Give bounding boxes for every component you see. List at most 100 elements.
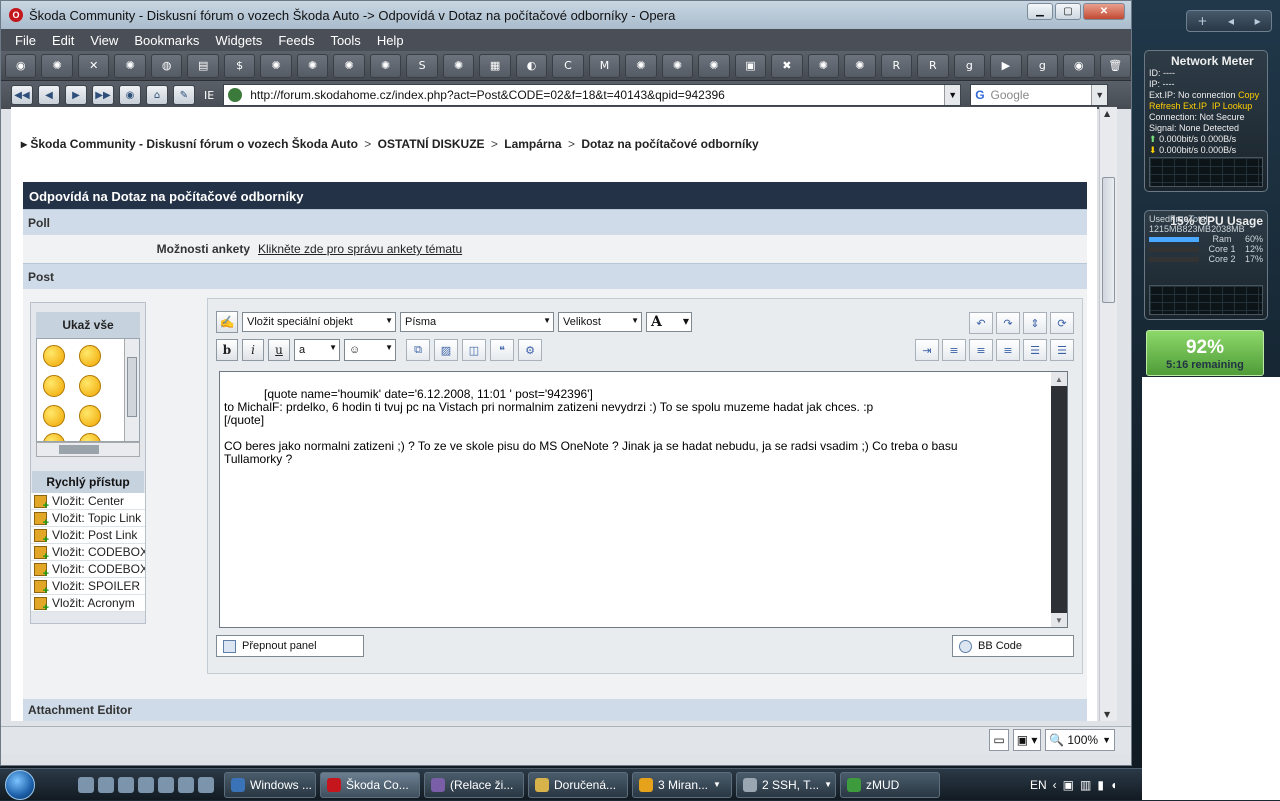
size-select[interactable]: Velikost ▼ [558, 312, 642, 332]
search-input[interactable]: G Google ▼ [970, 84, 1109, 106]
insert-code-icon[interactable]: ⚙ [518, 339, 542, 361]
back-icon[interactable]: ◀ [38, 85, 60, 105]
smiley-icon[interactable] [43, 405, 65, 427]
bold-icon[interactable]: b [216, 339, 238, 361]
smilies-hscrollbar[interactable] [36, 442, 140, 457]
tab-icon[interactable]: ◍ [150, 53, 183, 78]
tab-icon[interactable]: C [552, 53, 584, 78]
image-toggle-icon[interactable]: ▣ ▾ [1012, 729, 1042, 751]
tab-icon[interactable]: ◐ [515, 53, 548, 78]
quick-item[interactable]: Vložit: Acronym [31, 595, 145, 612]
tab-icon[interactable]: $ [223, 53, 256, 78]
next-icon[interactable]: ▸ [1255, 14, 1261, 28]
tab-icon[interactable]: ◉ [5, 53, 37, 78]
tab-icon[interactable]: ✺ [114, 53, 146, 78]
home-icon[interactable]: ⌂ [146, 85, 168, 105]
breadcrumb-item[interactable]: OSTATNÍ DISKUZE [378, 137, 485, 151]
insert-media-icon[interactable]: ◫ [462, 339, 486, 361]
menu-tools[interactable]: Tools [322, 33, 368, 48]
scrollbar-thumb[interactable] [1102, 177, 1115, 303]
chevron-down-icon[interactable]: ▼ [944, 85, 961, 105]
smiley-icon[interactable] [79, 405, 101, 427]
tab-icon[interactable]: S [406, 53, 438, 78]
tab-icon[interactable]: ✺ [698, 53, 730, 78]
textarea-scrollbar[interactable]: ▲ ▼ [1051, 372, 1067, 627]
menu-view[interactable]: View [82, 33, 126, 48]
align-left-icon[interactable]: ≡ [942, 339, 966, 361]
bbcode-button[interactable]: BB Code [952, 635, 1074, 657]
taskbar-item[interactable]: 3 Miran... ▼ [632, 771, 732, 798]
refresh-icon[interactable]: ⟳ [1050, 312, 1074, 334]
switch-panel-button[interactable]: Přepnout panel [216, 635, 364, 657]
opera-icon[interactable] [178, 776, 194, 793]
tab-icon[interactable]: ✺ [369, 53, 402, 78]
page-layout-icon[interactable]: ▭ [989, 729, 1009, 751]
tab-close-icon[interactable]: ✕ [77, 53, 110, 78]
underline-icon[interactable]: u [268, 339, 290, 361]
tab-icon[interactable]: g [1026, 53, 1059, 78]
zoom-select[interactable]: 🔍 100% ▼ [1045, 729, 1115, 751]
breadcrumb-item[interactable]: Lampárna [504, 137, 561, 151]
taskbar-item[interactable]: zMUD [840, 771, 940, 798]
network-tray-icon[interactable]: ▥ [1080, 778, 1091, 792]
emoticon-select[interactable]: ☺ ▼ [344, 339, 396, 361]
menu-file[interactable]: File [7, 33, 44, 48]
refresh-ext-ip-link[interactable]: Refresh Ext.IP [1149, 101, 1207, 111]
show-desktop-icon[interactable] [78, 776, 94, 793]
quick-item[interactable]: Vložit: Topic Link [31, 510, 145, 527]
taskbar-item[interactable]: Doručená... [528, 771, 628, 798]
tab-icon[interactable]: ✺ [296, 53, 329, 78]
tab-icon[interactable]: ▤ [187, 53, 219, 78]
align-right-icon[interactable]: ≡ [996, 339, 1020, 361]
editor-mode-icon[interactable]: ✍ [216, 311, 238, 333]
tab-icon[interactable]: ✺ [41, 53, 73, 78]
smiley-icon[interactable] [43, 345, 65, 367]
close-button[interactable]: ✕ [1083, 3, 1125, 20]
address-input[interactable]: http://forum.skodahome.cz/index.php?act=… [223, 84, 962, 106]
reload-icon[interactable]: ◉ [119, 85, 141, 105]
undo-icon[interactable]: ↶ [969, 312, 993, 334]
volume-tray-icon[interactable]: ◖ [1110, 778, 1117, 792]
chevron-down-icon[interactable]: ▼ [1091, 85, 1108, 105]
show-all-smilies[interactable]: Ukaž vše [36, 312, 140, 338]
menu-edit[interactable]: Edit [44, 33, 82, 48]
app-icon[interactable] [138, 776, 154, 793]
smiley-icon[interactable] [79, 375, 101, 397]
taskbar-item[interactable]: (Relace ži... [424, 771, 524, 798]
quick-item[interactable]: Vložit: Center [31, 493, 145, 510]
tab-icon[interactable]: ▣ [734, 53, 767, 78]
insert-image-icon[interactable]: ▨ [434, 339, 458, 361]
smiley-help-icon[interactable] [43, 375, 65, 397]
font-select[interactable]: Písma ▼ [400, 312, 554, 332]
special-object-select[interactable]: Vložit speciální objekt ▼ [242, 312, 396, 332]
tab-icon[interactable]: R [880, 53, 913, 78]
page-scrollbar[interactable]: ▲ ▼ [1099, 107, 1117, 721]
align-center-icon[interactable]: ≡ [969, 339, 993, 361]
font-color-select[interactable]: A ▼ [646, 312, 692, 332]
tray-expand-icon[interactable]: ‹ [1053, 778, 1057, 792]
maximize-button[interactable]: ▢ [1055, 3, 1081, 20]
tab-icon[interactable]: ✺ [661, 53, 694, 78]
forward-icon[interactable]: ▶ [65, 85, 87, 105]
tab-icon[interactable]: M [588, 53, 621, 78]
quick-item[interactable]: Vložit: SPOILER [31, 578, 145, 595]
quick-item[interactable]: Vložit: CODEBOX [31, 544, 145, 561]
redo-icon[interactable]: ↷ [996, 312, 1020, 334]
ordered-list-icon[interactable]: ☰ [1023, 339, 1047, 361]
tab-icon[interactable]: R [917, 53, 949, 78]
taskbar-item[interactable]: Windows ... [224, 771, 316, 798]
ie-icon[interactable] [118, 776, 134, 793]
insert-quote-icon[interactable]: ❝ [490, 339, 514, 361]
breadcrumb-item[interactable]: Dotaz na počítačové odborníky [581, 137, 758, 151]
quick-item[interactable]: Vložit: Post Link [31, 527, 145, 544]
tab-icon[interactable]: ▶ [990, 53, 1022, 78]
menu-bookmarks[interactable]: Bookmarks [126, 33, 207, 48]
taskbar-item[interactable]: Škoda Co... [320, 771, 420, 798]
tab-icon[interactable]: g [953, 53, 986, 78]
app-icon[interactable] [158, 776, 174, 793]
tab-icon[interactable]: ✺ [260, 53, 292, 78]
smilies-scrollbar[interactable] [124, 339, 139, 441]
tab-icon[interactable]: ✺ [807, 53, 840, 78]
text-style-select[interactable]: a͏ ▼ [294, 339, 340, 361]
tab-icon[interactable]: ✺ [333, 53, 365, 78]
